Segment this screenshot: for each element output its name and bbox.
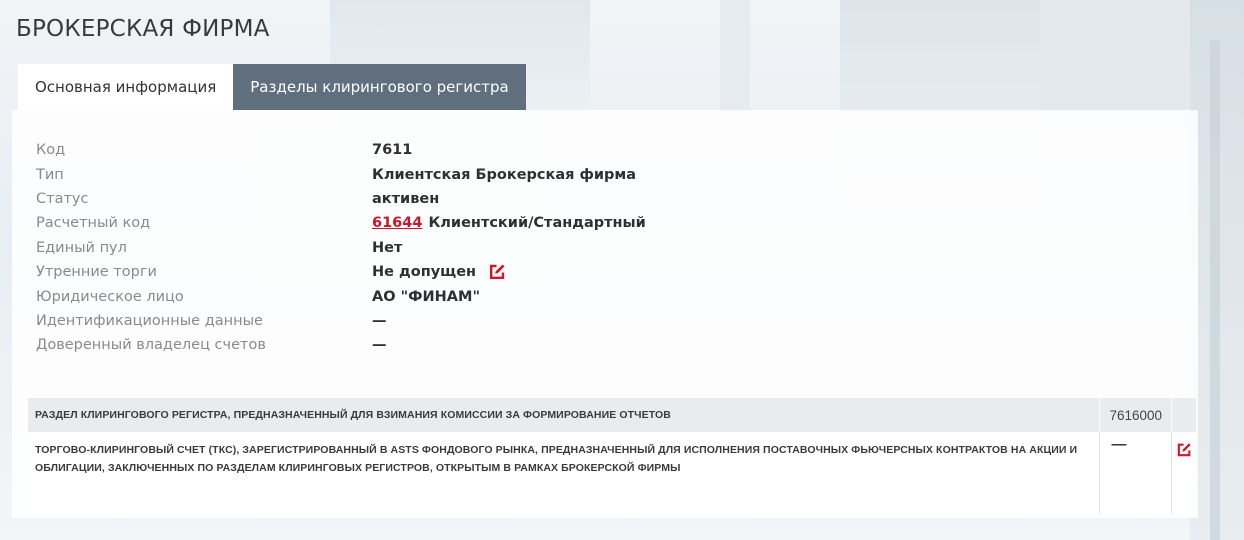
single-pool-value: Нет <box>372 239 403 256</box>
morning-trading-text: Не допущен <box>372 264 477 281</box>
settlement-code-value: 61644 Клиентский/Стандартный <box>372 215 646 231</box>
page-title: БРОКЕРСКАЯ ФИРМА <box>16 16 270 42</box>
identification-label: Идентификационные данные <box>36 312 263 329</box>
status-label: Статус <box>36 190 89 207</box>
trustee-label: Доверенный владелец счетов <box>36 337 266 354</box>
settlement-code-link[interactable]: 61644 <box>372 215 422 231</box>
info-row-single-pool: Единый пул Нет <box>36 236 646 260</box>
row-description: ТОРГОВО-КЛИРИНГОВЫЙ СЧЕТ (ТКС), ЗАРЕГИСТ… <box>28 432 1099 514</box>
identification-value: — <box>372 312 387 329</box>
type-value: Клиентская Брокерская фирма <box>372 166 637 183</box>
info-list: Код 7611 Тип Клиентская Брокерская фирма… <box>36 138 646 358</box>
code-value: 7611 <box>372 142 413 159</box>
table-row: ТОРГОВО-КЛИРИНГОВЫЙ СЧЕТ (ТКС), ЗАРЕГИСТ… <box>28 432 1196 514</box>
single-pool-label: Единый пул <box>36 239 127 256</box>
row-value: — <box>1098 432 1171 514</box>
info-row-code: Код 7611 <box>36 138 646 162</box>
tab-main-info[interactable]: Основная информация <box>18 64 234 110</box>
header-description: РАЗДЕЛ КЛИРИНГОВОГО РЕГИСТРА, ПРЕДНАЗНАЧ… <box>28 398 1099 432</box>
info-row-type: Тип Клиентская Брокерская фирма <box>36 162 646 186</box>
edit-icon[interactable] <box>1176 442 1192 458</box>
trustee-value: — <box>372 337 387 354</box>
code-label: Код <box>36 142 66 159</box>
morning-trading-value: Не допущен <box>372 263 506 281</box>
table-header-row: РАЗДЕЛ КЛИРИНГОВОГО РЕГИСТРА, ПРЕДНАЗНАЧ… <box>28 398 1196 432</box>
type-label: Тип <box>36 166 64 183</box>
header-empty-cell <box>1170 398 1196 432</box>
info-row-settlement-code: Расчетный код 61644 Клиентский/Стандартн… <box>36 211 646 235</box>
legal-entity-value: АО "ФИНАМ" <box>372 288 481 305</box>
main-info-panel: Код 7611 Тип Клиентская Брокерская фирма… <box>12 110 1198 518</box>
header-code: 7616000 <box>1098 398 1171 432</box>
legal-entity-label: Юридическое лицо <box>36 288 184 305</box>
info-row-identification: Идентификационные данные — <box>36 309 646 333</box>
morning-trading-label: Утренние торги <box>36 264 157 281</box>
info-row-status: Статус активен <box>36 187 646 211</box>
info-row-trustee: Доверенный владелец счетов — <box>36 333 646 357</box>
settlement-code-label: Расчетный код <box>36 215 151 232</box>
info-row-legal-entity: Юридическое лицо АО "ФИНАМ" <box>36 284 646 308</box>
info-row-morning-trading: Утренние торги Не допущен <box>36 260 646 284</box>
tab-clearing-register-sections[interactable]: Разделы клирингового регистра <box>233 64 526 110</box>
row-edit-cell <box>1170 432 1196 514</box>
tab-bar: Основная информация Разделы клирингового… <box>18 64 526 110</box>
settlement-code-text: Клиентский/Стандартный <box>428 215 646 232</box>
clearing-register-table: РАЗДЕЛ КЛИРИНГОВОГО РЕГИСТРА, ПРЕДНАЗНАЧ… <box>28 398 1196 514</box>
status-value: активен <box>372 190 440 207</box>
edit-icon[interactable] <box>488 263 506 281</box>
